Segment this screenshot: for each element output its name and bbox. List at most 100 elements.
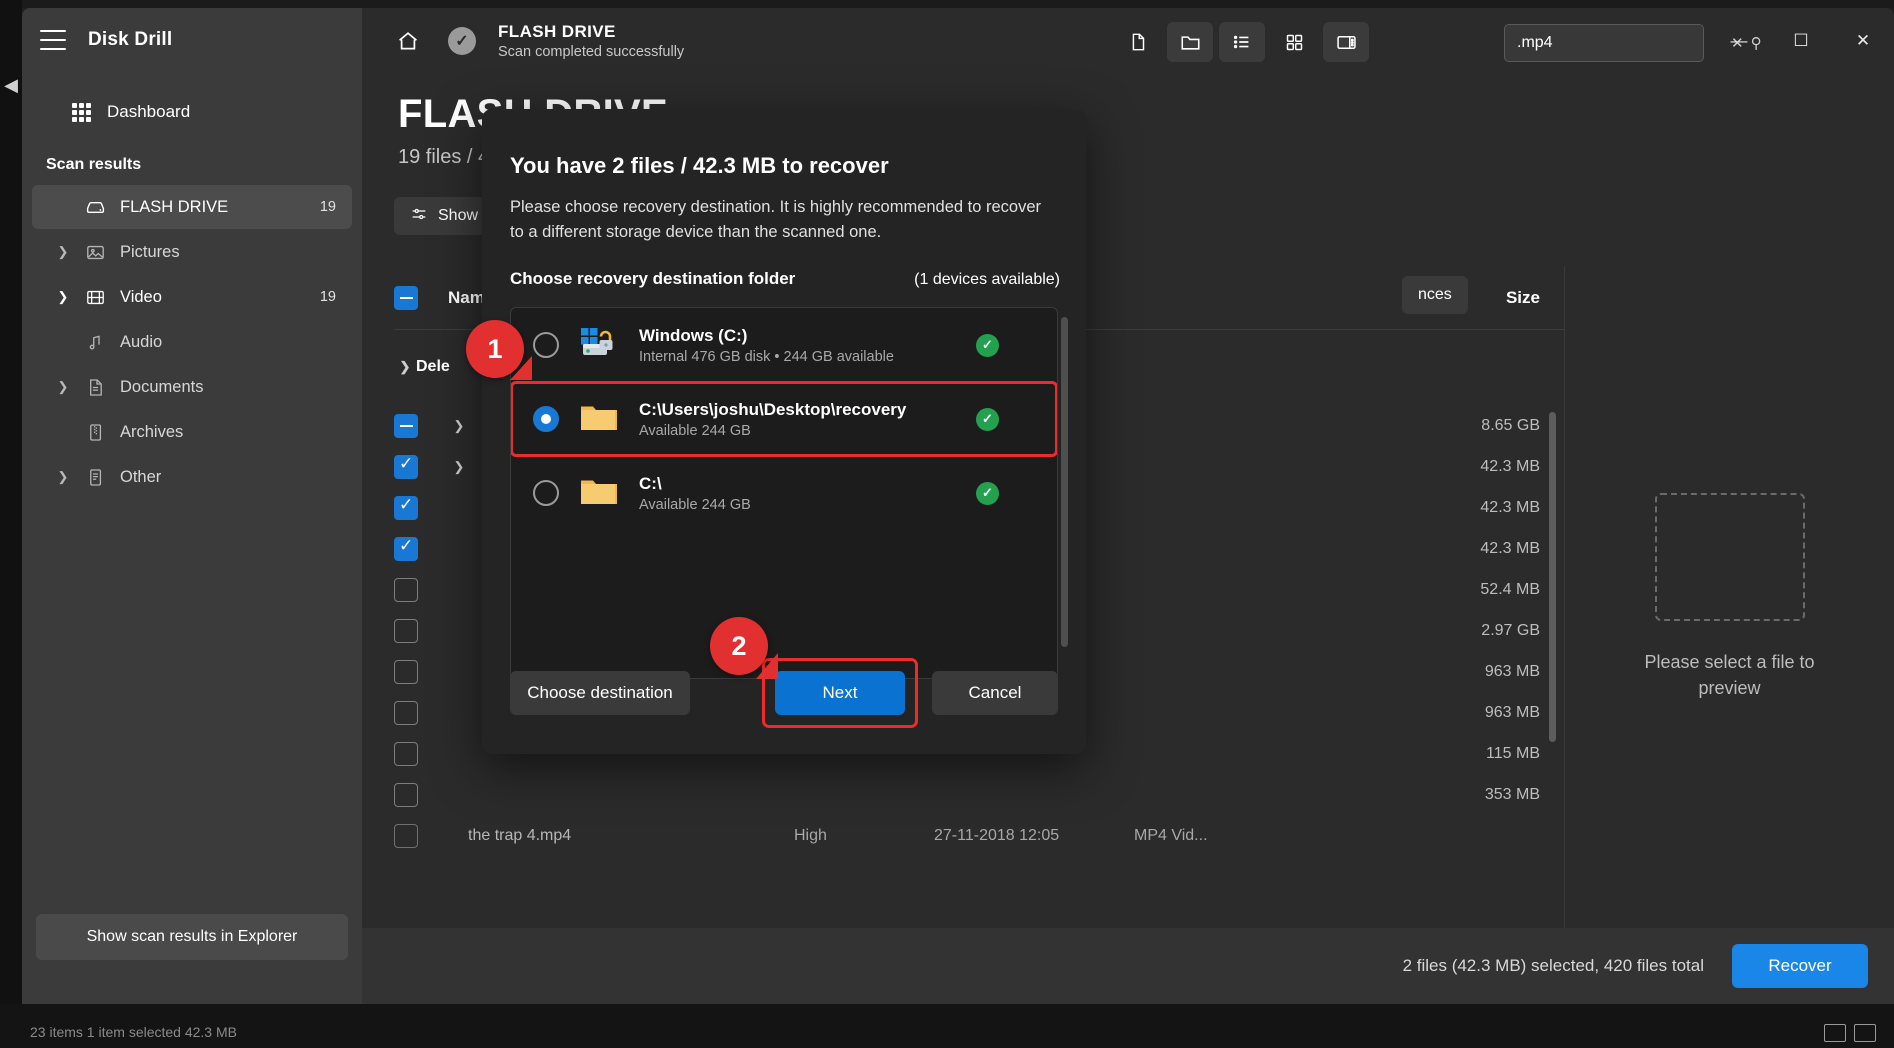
- recover-button[interactable]: Recover: [1732, 944, 1868, 988]
- chevron-down-icon[interactable]: ❯: [448, 459, 470, 475]
- sidebar-item-video[interactable]: ❯ Video 19: [32, 275, 352, 319]
- sidebar-item-flash-drive[interactable]: FLASH DRIVE 19: [32, 185, 352, 229]
- preview-pane-icon[interactable]: [1323, 22, 1369, 62]
- destination-texts: Windows (C:) Internal 476 GB disk • 244 …: [639, 326, 894, 365]
- row-checkbox[interactable]: [394, 537, 418, 561]
- tile-view-toggle-icon[interactable]: [1854, 1024, 1876, 1042]
- chevron-down-icon[interactable]: ❯: [394, 359, 416, 375]
- choose-destination-button[interactable]: Choose destination: [510, 671, 690, 715]
- sidebar-header: Disk Drill: [22, 8, 362, 72]
- sidebar-item-audio[interactable]: Audio: [32, 320, 352, 364]
- next-button[interactable]: Next: [775, 671, 905, 715]
- cancel-button[interactable]: Cancel: [932, 671, 1058, 715]
- show-scan-results-in-explorer-button[interactable]: Show scan results in Explorer: [36, 914, 348, 960]
- grid-view-icon[interactable]: [1271, 22, 1317, 62]
- home-icon[interactable]: [390, 23, 426, 59]
- sidebar-item-dashboard[interactable]: Dashboard: [34, 90, 350, 134]
- destination-name: Windows (C:): [639, 326, 894, 346]
- folder-view-icon[interactable]: [1167, 22, 1213, 62]
- folder-icon: [579, 400, 619, 439]
- sidebar-item-count: 19: [320, 199, 336, 215]
- row-checkbox[interactable]: [394, 496, 418, 520]
- destination-detail: Available 244 GB: [639, 497, 751, 513]
- callout-badge-2: 2: [710, 617, 768, 675]
- radio-button[interactable]: [533, 480, 559, 506]
- column-header-size[interactable]: Size: [1506, 288, 1540, 308]
- minimize-button[interactable]: —: [1708, 8, 1770, 74]
- destination-option-c-root[interactable]: C:\ Available 244 GB ✓: [511, 456, 1057, 530]
- destination-texts: C:\ Available 244 GB: [639, 474, 751, 513]
- window-controls: — ☐ ✕: [1708, 8, 1894, 74]
- os-view-toggles: [1824, 1024, 1876, 1042]
- chevron-right-icon[interactable]: ❯: [56, 469, 70, 485]
- row-size: 8.65 GB: [1481, 417, 1540, 435]
- list-view-toggle-icon[interactable]: [1824, 1024, 1846, 1042]
- destination-name: C:\Users\joshu\Desktop\recovery: [639, 400, 906, 420]
- maximize-button[interactable]: ☐: [1770, 8, 1832, 74]
- file-view-icon[interactable]: [1115, 22, 1161, 62]
- row-checkbox[interactable]: [394, 742, 418, 766]
- table-row-partial[interactable]: the trap 4.mp4 High 27-11-2018 12:05 MP4…: [394, 815, 1564, 856]
- destination-option-recovery-folder[interactable]: C:\Users\joshu\Desktop\recovery Availabl…: [511, 382, 1057, 456]
- row-size: 42.3 MB: [1480, 458, 1540, 476]
- row-size: 353 MB: [1485, 786, 1540, 804]
- row-checkbox[interactable]: [394, 824, 418, 848]
- film-icon: [84, 286, 106, 308]
- sidebar-item-label: Archives: [120, 423, 183, 442]
- recovery-destination-dialog: You have 2 files / 42.3 MB to recover Pl…: [482, 109, 1086, 754]
- radio-button[interactable]: [533, 332, 559, 358]
- chevron-right-icon[interactable]: ❯: [56, 289, 70, 305]
- search-box[interactable]: ✕ ⚲: [1504, 24, 1704, 62]
- row-checkbox[interactable]: [394, 660, 418, 684]
- sidebar-item-other[interactable]: ❯ Other: [32, 455, 352, 499]
- titlebar-subtitle: Scan completed successfully: [498, 44, 684, 60]
- grid-icon: [72, 103, 91, 122]
- sidebar-item-archives[interactable]: Archives: [32, 410, 352, 454]
- destination-list-scrollbar[interactable]: [1061, 317, 1068, 647]
- search-input[interactable]: [1517, 34, 1724, 52]
- sidebar-item-label: Documents: [120, 378, 203, 397]
- sidebar-item-label: FLASH DRIVE: [120, 198, 228, 217]
- archive-icon: [84, 421, 106, 443]
- close-button[interactable]: ✕: [1832, 8, 1894, 74]
- row-checkbox[interactable]: [394, 455, 418, 479]
- row-checkbox[interactable]: [394, 701, 418, 725]
- list-view-icon[interactable]: [1219, 22, 1265, 62]
- row-checkbox[interactable]: [394, 619, 418, 643]
- row-checkbox[interactable]: [394, 783, 418, 807]
- check-circle-green-icon: ✓: [976, 334, 999, 357]
- radio-button-selected[interactable]: [533, 406, 559, 432]
- sidebar-item-pictures[interactable]: ❯ Pictures: [32, 230, 352, 274]
- callout-number: 2: [731, 631, 746, 662]
- table-scrollbar[interactable]: [1549, 412, 1556, 958]
- row-size: 963 MB: [1485, 663, 1540, 681]
- os-status-text: 23 items 1 item selected 42.3 MB: [30, 1024, 237, 1040]
- file-lines-icon: [84, 466, 106, 488]
- hamburger-menu-icon[interactable]: [40, 30, 66, 50]
- row-size: 42.3 MB: [1480, 499, 1540, 517]
- chevron-down-icon[interactable]: ❯: [448, 418, 470, 434]
- dialog-title: You have 2 files / 42.3 MB to recover: [482, 109, 1086, 179]
- view-toolbar: [1115, 22, 1369, 62]
- destination-texts: C:\Users\joshu\Desktop\recovery Availabl…: [639, 400, 906, 439]
- destination-option-windows-c[interactable]: Windows (C:) Internal 476 GB disk • 244 …: [511, 308, 1057, 382]
- row-priority: High: [794, 827, 827, 845]
- chevron-right-icon[interactable]: ❯: [56, 379, 70, 395]
- select-all-checkbox[interactable]: [394, 286, 418, 310]
- sidebar-item-label: Dashboard: [107, 102, 190, 122]
- row-checkbox[interactable]: [394, 578, 418, 602]
- row-checkbox[interactable]: [394, 414, 418, 438]
- show-filter-chip[interactable]: Show: [394, 197, 494, 235]
- table-row[interactable]: 353 MB: [394, 774, 1564, 815]
- selection-status-text: 2 files (42.3 MB) selected, 420 files to…: [1403, 956, 1704, 976]
- sidebar-item-documents[interactable]: ❯ Documents: [32, 365, 352, 409]
- hard-drive-icon: [84, 196, 106, 218]
- windows-drive-icon: [579, 326, 619, 365]
- sidebar-section-title: Scan results: [22, 134, 362, 184]
- collapse-arrow-icon[interactable]: ◀: [2, 72, 20, 98]
- preview-pane: Please select a file to preview: [1564, 266, 1894, 928]
- check-circle-icon: ✓: [448, 27, 476, 55]
- chevron-right-icon[interactable]: ❯: [56, 244, 70, 260]
- status-bar: 2 files (42.3 MB) selected, 420 files to…: [362, 928, 1894, 1004]
- sidebar: Disk Drill Dashboard Scan results FL: [22, 8, 362, 1004]
